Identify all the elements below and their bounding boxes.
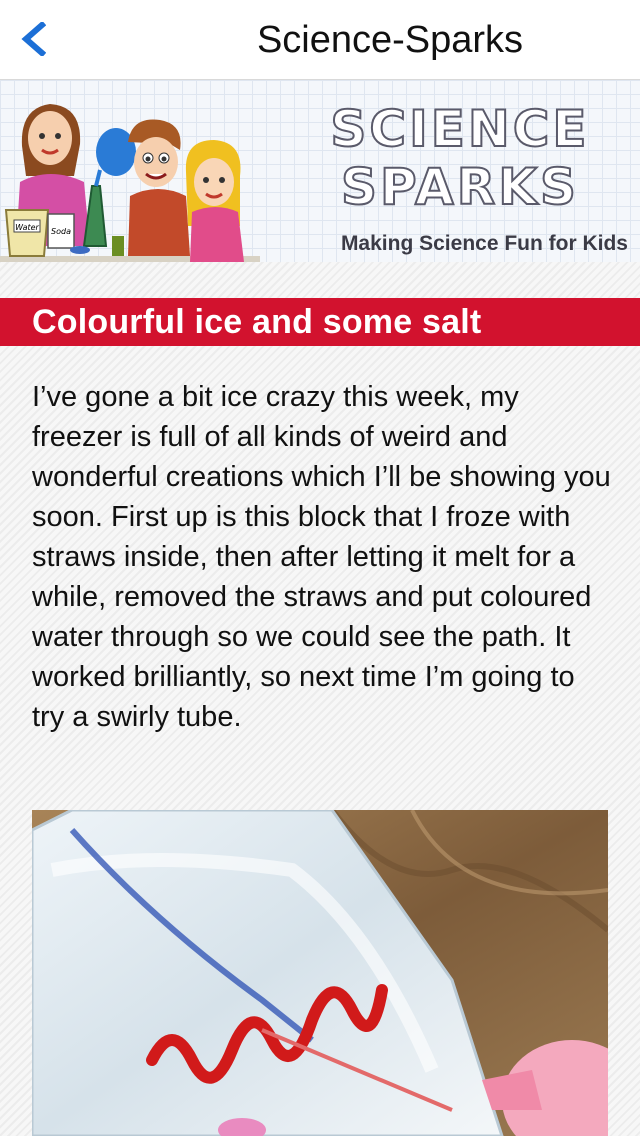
kids-science-illustration: Water Soda [0, 104, 260, 262]
article-photo [32, 810, 608, 1136]
ice-block-photo-image [32, 810, 608, 1136]
logo-line-1: SCIENCE [329, 99, 590, 159]
chevron-left-icon [21, 22, 46, 56]
nav-bar: Science-Sparks [0, 0, 640, 80]
science-sparks-logo: SCIENCE SPARKS [300, 99, 620, 217]
article-title-bar: Colourful ice and some salt [0, 298, 640, 346]
jar-label-water: Water [15, 223, 39, 232]
article-body-text: I’ve gone a bit ice crazy this week, my … [32, 381, 611, 733]
nav-title-text: Science-Sparks [256, 18, 524, 61]
nav-title: Science-Sparks [140, 0, 640, 80]
back-button[interactable] [20, 14, 70, 64]
article-title: Colourful ice and some salt [32, 302, 482, 341]
jar-label-soda: Soda [51, 227, 71, 236]
logo-tagline: Making Science Fun for Kids [340, 232, 628, 255]
logo-line-2: SPARKS [340, 157, 580, 217]
